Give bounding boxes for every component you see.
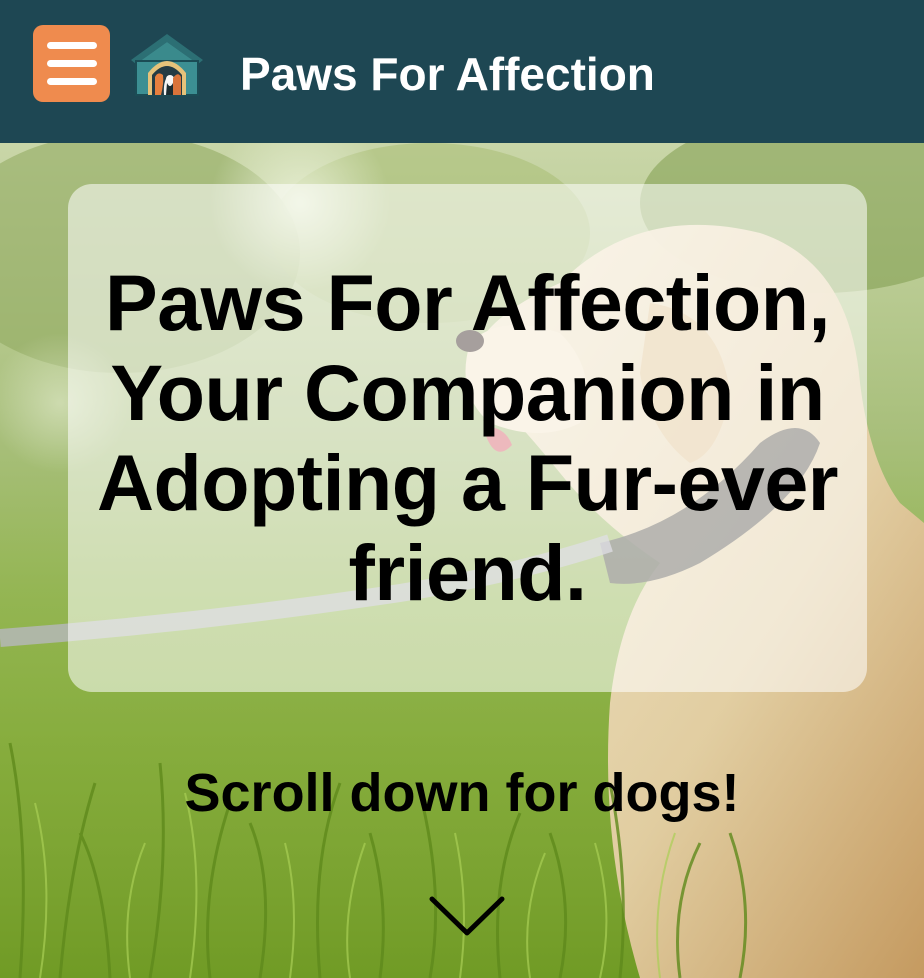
dog-house-logo-icon[interactable]	[128, 31, 206, 97]
hamburger-menu-icon	[46, 42, 97, 49]
headline-card: Paws For Affection, Your Companion in Ad…	[68, 184, 867, 692]
chevron-down-icon[interactable]	[428, 893, 506, 941]
top-navigation-bar: Paws For Affection	[0, 0, 924, 143]
hamburger-menu-icon-bar	[46, 78, 97, 85]
hero-headline: Paws For Affection, Your Companion in Ad…	[96, 258, 839, 617]
site-title[interactable]: Paws For Affection	[240, 46, 655, 102]
hamburger-menu-icon-bar	[46, 60, 97, 67]
page: Paws For Affection Paws For Affection, Y…	[0, 0, 924, 978]
menu-button[interactable]	[33, 25, 110, 102]
scroll-hint-text: Scroll down for dogs!	[184, 763, 740, 823]
